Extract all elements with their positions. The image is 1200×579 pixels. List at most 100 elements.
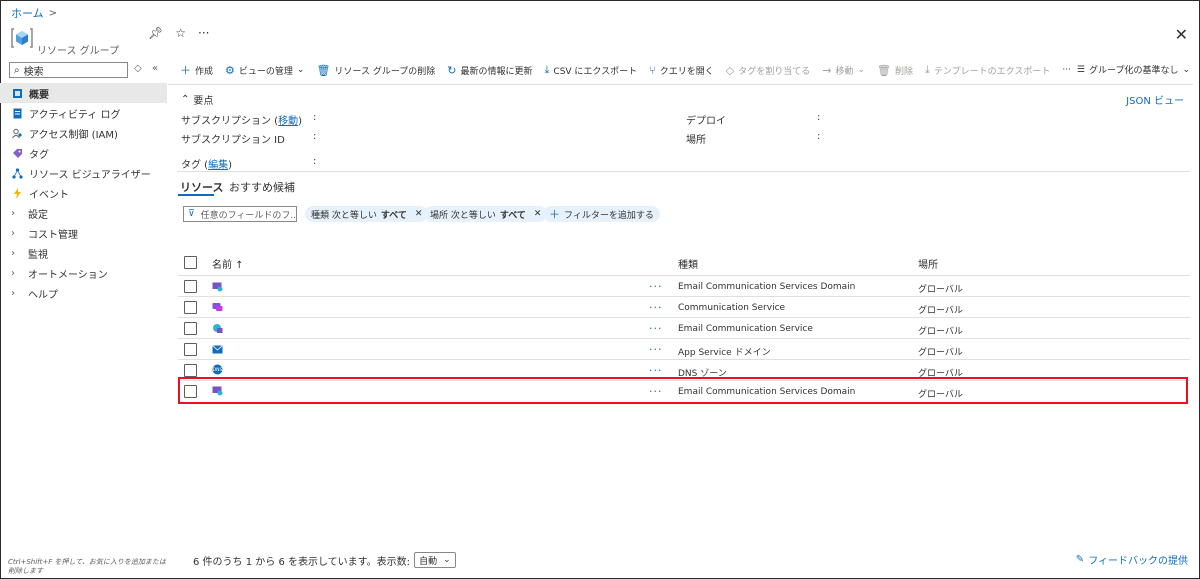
paging-text: 6 件のうち 1 から 6 を表示しています。表示数: xyxy=(193,556,411,568)
sidebar-item-cost-management[interactable]: › コスト管理 xyxy=(0,223,167,243)
more-actions-icon[interactable]: ··· xyxy=(198,26,209,40)
chevron-down-icon: ⌄ xyxy=(443,555,451,565)
row-checkbox[interactable] xyxy=(184,343,197,356)
tag-icon xyxy=(11,147,23,159)
json-view-link[interactable]: JSON ビュー xyxy=(1126,92,1184,107)
breadcrumb-home-link[interactable]: ホーム xyxy=(11,5,44,21)
sidebar-item-visualizer[interactable]: リソース ビジュアライザー xyxy=(0,163,167,183)
svg-text:DNS: DNS xyxy=(213,367,223,373)
refresh-button[interactable]: ↻ 最新の情報に更新 xyxy=(447,64,532,77)
remove-filter-icon[interactable]: ✕ xyxy=(415,209,423,219)
sidebar-options-icon[interactable]: ◇ xyxy=(134,63,142,74)
row-checkbox[interactable] xyxy=(184,322,197,335)
column-header-name[interactable]: 名前 ↑ xyxy=(212,256,244,271)
page-size-value: 自動 xyxy=(419,556,438,567)
row-menu-button[interactable]: ··· xyxy=(649,301,663,314)
column-header-location[interactable]: 場所 xyxy=(918,256,938,271)
sidebar-item-help[interactable]: › ヘルプ xyxy=(0,283,167,303)
filter-search-input[interactable]: ⊽ 任意のフィールドのフ... xyxy=(183,206,297,222)
create-button[interactable]: ＋ 作成 xyxy=(180,62,213,78)
sidebar-item-tags[interactable]: タグ xyxy=(0,143,167,163)
select-all-checkbox[interactable] xyxy=(184,256,197,269)
export-csv-label: CSV にエクスポート xyxy=(553,66,638,77)
sidebar-item-label: ヘルプ xyxy=(28,289,58,301)
delete-button[interactable]: 🗑︎ 削除 xyxy=(877,64,913,77)
page-size-select[interactable]: 自動 ⌄ xyxy=(414,552,456,568)
active-tab-indicator xyxy=(178,194,214,196)
download-icon: ⤓ xyxy=(925,63,930,76)
sidebar-item-label: 概要 xyxy=(29,89,49,101)
row-menu-button[interactable]: ··· xyxy=(649,364,663,377)
sidebar-search-placeholder: 検索 xyxy=(23,66,44,78)
row-checkbox[interactable] xyxy=(184,280,197,293)
export-template-button[interactable]: ⤓ テンプレートのエクスポート xyxy=(925,63,1050,77)
plus-icon: ＋ xyxy=(180,64,191,77)
sidebar-item-overview[interactable]: 概要 xyxy=(0,83,167,103)
subscription-move-link[interactable]: 移動 xyxy=(278,116,298,127)
query-icon: ⑂ xyxy=(649,63,656,77)
sidebar-item-label: 設定 xyxy=(28,209,48,221)
sidebar-item-iam[interactable]: アクセス制御 (IAM) xyxy=(0,123,167,143)
more-commands-button[interactable]: ··· xyxy=(1062,65,1071,75)
close-icon[interactable]: ✕ xyxy=(1175,25,1188,44)
keyboard-shortcut-hint: Ctrl+Shift+F を押して、お気に入りを追加または削除します xyxy=(8,558,166,575)
create-label: 作成 xyxy=(195,66,214,77)
export-csv-button[interactable]: ⤓ CSV にエクスポート xyxy=(545,63,638,77)
feedback-link[interactable]: ✎ フィードバックの提供 xyxy=(1076,552,1188,567)
subscription-field: サブスクリプション (移動) xyxy=(181,116,302,127)
assign-tags-button[interactable]: ◇ タグを割り当てる xyxy=(726,64,810,77)
sidebar-item-label: アクティビティ ログ xyxy=(29,109,121,121)
chevron-up-icon: ⌃ xyxy=(181,94,190,105)
row-checkbox[interactable] xyxy=(184,364,197,377)
resource-group-icon xyxy=(11,28,33,48)
refresh-icon: ↻ xyxy=(447,63,457,77)
row-type: Email Communication Services Domain xyxy=(678,282,856,292)
row-menu-button[interactable]: ··· xyxy=(649,322,663,335)
delete-resource-group-button[interactable]: 🗑︎ リソース グループの削除 xyxy=(316,64,435,77)
sidebar-item-activity-log[interactable]: アクティビティ ログ xyxy=(0,103,167,123)
type-filter-pill[interactable]: 種類 次と等しい すべて ✕ xyxy=(305,206,429,222)
sidebar-item-automation[interactable]: › オートメーション xyxy=(0,263,167,283)
download-icon: ⤓ xyxy=(544,63,550,76)
sidebar-item-monitoring[interactable]: › 監視 xyxy=(0,243,167,263)
plus-icon: ＋ xyxy=(549,208,560,221)
search-icon: ⌕ xyxy=(14,64,20,76)
tags-label: タグ xyxy=(181,160,201,171)
tab-resources[interactable]: リソース xyxy=(180,179,223,195)
collapse-sidebar-icon[interactable]: « xyxy=(152,63,158,74)
row-menu-button[interactable]: ··· xyxy=(649,343,663,356)
manage-view-button[interactable]: ⚙ ビューの管理 ⌄ xyxy=(225,64,304,77)
move-button[interactable]: → 移動 ⌄ xyxy=(822,64,865,77)
assign-tags-label: タグを割り当てる xyxy=(738,66,811,77)
trash-icon: 🗑︎ xyxy=(877,63,892,77)
type-filter-field: 種類 次と等しい xyxy=(311,210,377,221)
favorite-star-icon[interactable]: ☆ xyxy=(175,26,186,40)
trash-icon: 🗑︎ xyxy=(316,63,331,77)
essentials-toggle[interactable]: ⌃ 要点 xyxy=(181,92,213,107)
tab-recommendations[interactable]: おすすめ候補 xyxy=(229,179,295,195)
colon: : xyxy=(817,131,821,142)
row-menu-button[interactable]: ··· xyxy=(649,280,663,293)
add-filter-label: フィルターを追加する xyxy=(564,210,654,221)
group-by-dropdown[interactable]: ☰ グループ化の基準なし ⌄ xyxy=(1077,63,1190,77)
sidebar: ⌕ 検索 ◇ « 概要 アクティビティ ログ アクセス制御 (IAM) タグ リ… xyxy=(0,60,167,560)
location-filter-pill[interactable]: 場所 次と等しい すべて ✕ xyxy=(424,206,548,222)
pin-icon[interactable]: 📌︎ xyxy=(148,26,163,40)
open-query-button[interactable]: ⑂ クエリを開く xyxy=(649,64,714,77)
command-bar: ＋作成 ⚙ ビューの管理 ⌄ 🗑︎ リソース グループの削除 ↻ 最新の情報に更新 ⤓ C… xyxy=(180,63,1190,77)
subscription-id-label: サブスクリプション ID xyxy=(181,135,285,146)
sidebar-item-label: 監視 xyxy=(28,249,48,261)
add-filter-button[interactable]: ＋ フィルターを追加する xyxy=(543,206,660,222)
colon: : xyxy=(313,131,317,142)
location-label: 場所 xyxy=(686,135,706,146)
sidebar-item-events[interactable]: イベント xyxy=(0,183,167,203)
sidebar-item-settings[interactable]: › 設定 xyxy=(0,203,167,223)
row-checkbox[interactable] xyxy=(184,301,197,314)
tags-edit-link[interactable]: 編集 xyxy=(208,160,228,171)
location-filter-field: 場所 次と等しい xyxy=(430,210,496,221)
sidebar-search-input[interactable]: ⌕ 検索 xyxy=(9,62,128,78)
tag-outline-icon: ◇ xyxy=(725,63,735,77)
email-domain-icon xyxy=(212,282,223,292)
remove-filter-icon[interactable]: ✕ xyxy=(534,209,542,219)
column-header-type[interactable]: 種類 xyxy=(678,256,698,271)
